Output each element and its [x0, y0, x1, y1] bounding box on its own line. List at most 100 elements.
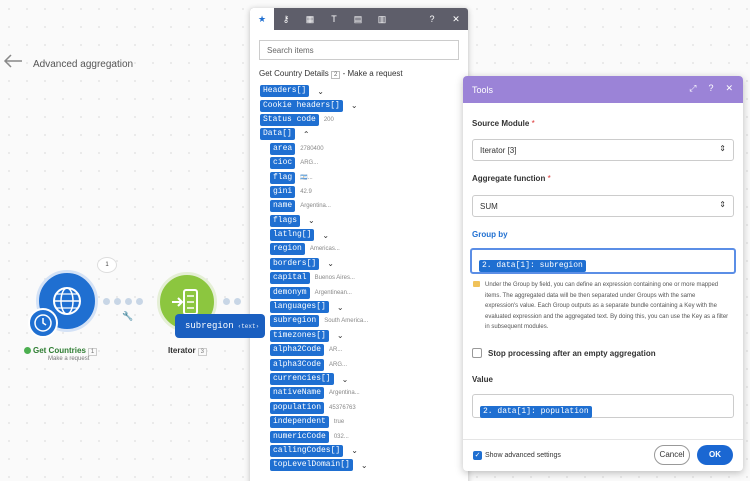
item-key-chip[interactable]: topLevelDomain[] [270, 459, 353, 472]
tree-item[interactable]: area 2780400 [250, 142, 468, 156]
key-icon[interactable]: ⚷ [274, 8, 298, 30]
item-key-chip[interactable]: Data[] [260, 128, 295, 141]
value-token[interactable]: 2. data[1]: population [480, 406, 592, 418]
tree-item[interactable]: Status code 200 [250, 113, 468, 127]
table-icon[interactable]: ▥ [370, 8, 394, 30]
expand-caret-icon[interactable]: ⌄ [322, 231, 329, 240]
tree-item[interactable]: region Americas... [250, 242, 468, 256]
item-key-chip[interactable]: alpha3Code [270, 358, 325, 371]
help-icon[interactable]: ? [420, 8, 444, 30]
tree-item[interactable]: alpha2Code AR... [250, 343, 468, 357]
item-key-chip[interactable]: alpha2Code [270, 344, 325, 357]
item-key-chip[interactable]: subregion [270, 315, 320, 328]
tree-item[interactable]: demonym Argentinean... [250, 285, 468, 299]
item-key-chip[interactable]: region [270, 243, 305, 256]
tree-item[interactable]: alpha3Code ARG... [250, 357, 468, 371]
expand-caret-icon[interactable]: ⌄ [327, 259, 334, 268]
checkbox-icon[interactable] [472, 348, 482, 358]
star-icon[interactable]: ★ [250, 8, 274, 30]
tree-item[interactable]: timezones[] ⌄ [250, 329, 468, 343]
expand-caret-icon[interactable]: ⌄ [361, 461, 368, 470]
tree-item[interactable]: capital Buenos Aires... [250, 271, 468, 285]
tree-item[interactable]: numericCode 032... [250, 429, 468, 443]
item-key-chip[interactable]: population [270, 401, 325, 414]
tree-item[interactable]: Data[] ⌃ [250, 127, 468, 141]
tree-item[interactable]: independent true [250, 415, 468, 429]
item-key-chip[interactable]: currencies[] [270, 373, 334, 385]
calculator-icon[interactable]: ▦ [298, 8, 322, 30]
item-key-chip[interactable]: demonym [270, 286, 310, 299]
help-icon[interactable]: ? [708, 83, 713, 94]
item-key-chip[interactable]: nativeName [270, 387, 325, 400]
item-key-chip[interactable]: flags [270, 214, 301, 227]
item-key-chip[interactable]: borders[] [270, 257, 320, 270]
stop-processing-checkbox[interactable]: Stop processing after an empty aggregati… [472, 348, 656, 358]
expand-caret-icon[interactable]: ⌄ [308, 216, 315, 225]
item-key-chip[interactable]: numericCode [270, 430, 329, 443]
ok-button[interactable]: OK [697, 445, 733, 465]
tools-header: Tools ⤢ ? ✕ [463, 76, 743, 103]
tree-item[interactable]: gini 42.9 [250, 185, 468, 199]
item-key-chip[interactable]: timezones[] [270, 329, 329, 342]
item-key-chip[interactable]: Headers[] [260, 85, 310, 98]
aggregate-function-label: Aggregate function * [472, 174, 551, 183]
tree-item[interactable]: latlng[] ⌄ [250, 228, 468, 242]
tree-item[interactable]: flags ⌄ [250, 214, 468, 228]
wrench-icon[interactable]: 🔧 [122, 311, 133, 322]
item-key-chip[interactable]: latlng[] [270, 229, 315, 242]
source-module-select[interactable]: Iterator [3] ⇕ [472, 139, 734, 161]
tree-item[interactable]: nativeName Argentina... [250, 386, 468, 400]
tree-item[interactable]: languages[] ⌄ [250, 300, 468, 314]
search-input[interactable]: Search items [259, 40, 459, 60]
expand-caret-icon[interactable]: ⌄ [337, 331, 344, 340]
item-key-chip[interactable]: capital [270, 272, 310, 285]
expand-icon[interactable]: ⤢ [689, 83, 696, 94]
connection-line[interactable] [103, 298, 143, 305]
item-key-chip[interactable]: cioc [270, 157, 296, 170]
clock-icon[interactable] [28, 308, 58, 338]
item-value: South America... [324, 318, 369, 325]
aggregate-function-select[interactable]: SUM ⇕ [472, 195, 734, 217]
tree-item[interactable]: borders[] ⌄ [250, 257, 468, 271]
expand-caret-icon[interactable]: ⌃ [303, 130, 310, 139]
expand-caret-icon[interactable]: ⌄ [342, 375, 349, 384]
expand-caret-icon[interactable]: ⌄ [351, 101, 358, 110]
item-key-chip[interactable]: area [270, 142, 296, 155]
expand-caret-icon[interactable]: ⌄ [317, 87, 324, 96]
tree-item[interactable]: name Argentina... [250, 199, 468, 213]
checkmark-icon[interactable]: ✓ [473, 451, 482, 460]
connection-line-out[interactable] [223, 298, 241, 305]
tree-item[interactable]: callingCodes[] ⌄ [250, 444, 468, 458]
item-value: 032... [333, 433, 349, 440]
tree-item[interactable]: topLevelDomain[] ⌄ [250, 458, 468, 472]
tree-item[interactable]: population 45376763 [250, 401, 468, 415]
item-key-chip[interactable]: Status code [260, 113, 319, 126]
item-key-chip[interactable]: callingCodes[] [270, 444, 344, 457]
group-by-token[interactable]: 2. data[1]: subregion [479, 260, 586, 272]
item-key-chip[interactable]: independent [270, 416, 329, 429]
text-icon[interactable]: T [322, 8, 346, 30]
close-icon[interactable]: ✕ [725, 83, 733, 94]
tree-item[interactable]: flag 🇦🇷... [250, 170, 468, 184]
item-key-chip[interactable]: languages[] [270, 301, 329, 314]
item-key-chip[interactable]: flag [270, 171, 296, 184]
tree-item[interactable]: cioc ARG... [250, 156, 468, 170]
expand-caret-icon[interactable]: ⌄ [351, 446, 358, 455]
operations-bubble[interactable]: 1 [97, 257, 117, 273]
item-key-chip[interactable]: name [270, 200, 296, 213]
tree-item[interactable]: currencies[] ⌄ [250, 372, 468, 386]
calendar-icon[interactable]: ▤ [346, 8, 370, 30]
item-key-chip[interactable]: gini [270, 185, 296, 198]
tree-item[interactable]: subregion South America... [250, 314, 468, 328]
tree-item[interactable]: Headers[] ⌄ [250, 84, 468, 98]
value-field[interactable]: 2. data[1]: population [472, 394, 734, 418]
back-arrow-icon[interactable] [2, 52, 24, 70]
close-icon[interactable]: ✕ [444, 8, 468, 30]
dragged-item-subregion[interactable]: subregion ‹text› [175, 314, 265, 338]
cancel-button[interactable]: Cancel [654, 445, 690, 465]
group-by-field[interactable]: 2. data[1]: subregion [470, 248, 736, 274]
show-advanced-checkbox[interactable]: ✓ Show advanced settings [473, 451, 561, 460]
expand-caret-icon[interactable]: ⌄ [337, 303, 344, 312]
item-key-chip[interactable]: Cookie headers[] [260, 99, 343, 112]
tree-item[interactable]: Cookie headers[] ⌄ [250, 98, 468, 112]
